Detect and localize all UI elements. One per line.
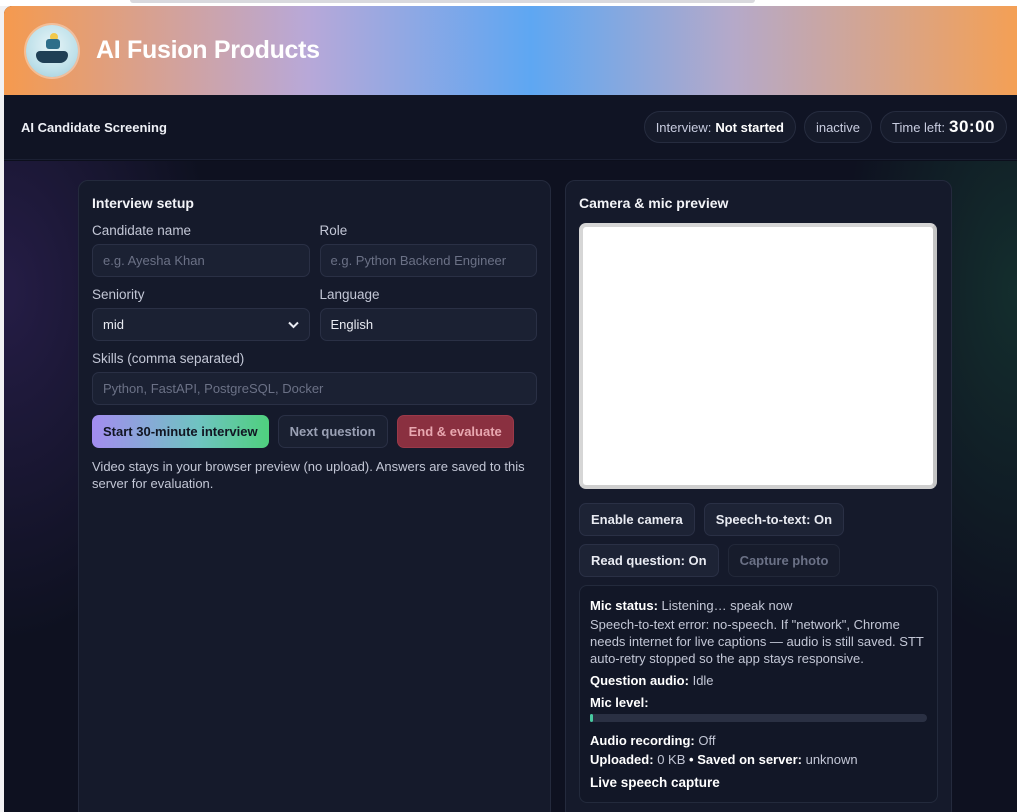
- activity-value: inactive: [815, 119, 861, 135]
- live-speech-capture-title: Live speech capture: [590, 775, 720, 790]
- skills-field: Skills (comma separated) Python, FastAPI…: [92, 351, 537, 405]
- status-pills: Interview: Not started inactive Time lef…: [643, 111, 1007, 143]
- interview-setup-card: Interview setup Candidate name e.g. Ayes…: [78, 180, 551, 812]
- mic-level-label: Mic level:: [590, 695, 649, 710]
- app-frame: AI Fusion Products AI Candidate Screenin…: [4, 6, 1017, 812]
- saved-on-server-label: Saved on server:: [697, 752, 802, 767]
- end-evaluate-button[interactable]: End & evaluate: [396, 415, 514, 448]
- language-input[interactable]: English: [319, 308, 537, 341]
- interview-status-value: Not started: [715, 119, 784, 135]
- logo-hand: [36, 50, 68, 63]
- question-audio-label: Question audio:: [590, 673, 689, 688]
- seniority-field: Seniority mid: [92, 287, 310, 341]
- speech-to-text-toggle[interactable]: Speech-to-text: On: [703, 503, 845, 536]
- seniority-label: Seniority: [92, 287, 145, 302]
- audio-recording-label: Audio recording:: [590, 733, 695, 748]
- camera-preview: [579, 223, 937, 489]
- skills-label: Skills (comma separated): [92, 351, 245, 366]
- bullet-separator: •: [689, 752, 694, 767]
- question-audio-line: Question audio: Idle: [590, 672, 927, 689]
- next-question-button[interactable]: Next question: [277, 415, 388, 448]
- camera-mic-card: Camera & mic preview Enable camera Speec…: [565, 180, 952, 812]
- saved-on-server-value: unknown: [805, 752, 858, 767]
- candidate-name-label: Candidate name: [92, 223, 192, 238]
- stt-error-message: Speech-to-text error: no-speech. If "net…: [590, 617, 924, 666]
- privacy-note: Video stays in your browser preview (no …: [92, 459, 525, 491]
- mic-status-value: Listening… speak now: [661, 598, 793, 613]
- brand-title: AI Fusion Products: [96, 36, 320, 64]
- timer-value: 30:00: [949, 117, 995, 136]
- role-field: Role e.g. Python Backend Engineer: [319, 223, 537, 277]
- camera-title: Camera & mic preview: [579, 195, 729, 211]
- chevron-down-icon: [287, 318, 299, 332]
- brand-logo: [26, 24, 78, 77]
- language-field: Language English: [319, 287, 537, 341]
- brand-banner: AI Fusion Products: [4, 6, 1017, 95]
- mic-level-line: Mic level:: [590, 694, 927, 711]
- app-header: AI Candidate Screening Interview: Not st…: [4, 95, 1017, 160]
- mic-status-line: Mic status: Listening… speak now: [590, 597, 927, 614]
- capture-photo-button[interactable]: Capture photo: [727, 544, 841, 577]
- read-question-toggle[interactable]: Read question: On: [579, 544, 719, 577]
- logo-chip: [46, 38, 60, 49]
- activity-pill: inactive: [803, 111, 873, 143]
- main-area: Interview setup Candidate name e.g. Ayes…: [4, 161, 1017, 812]
- candidate-name-input[interactable]: e.g. Ayesha Khan: [92, 244, 310, 277]
- mic-level-meter: [590, 714, 927, 722]
- audio-recording-value: Off: [698, 733, 716, 748]
- camera-actions-row-1: Enable camera Speech-to-text: On: [579, 503, 938, 536]
- role-label: Role: [319, 223, 348, 238]
- timer-pill: Time left: 30:00: [880, 111, 1007, 143]
- mic-status-panel: Mic status: Listening… speak now Speech-…: [579, 585, 938, 803]
- page-title: AI Candidate Screening: [21, 119, 167, 135]
- start-interview-button[interactable]: Start 30-minute interview: [92, 415, 269, 448]
- candidate-name-field: Candidate name e.g. Ayesha Khan: [92, 223, 310, 277]
- mic-level-fill: [590, 714, 594, 722]
- timer-label: Time left:: [892, 119, 946, 135]
- seniority-select[interactable]: mid: [92, 308, 310, 341]
- uploaded-value: 0 KB: [657, 752, 686, 767]
- skills-input[interactable]: Python, FastAPI, PostgreSQL, Docker: [92, 372, 537, 405]
- setup-actions: Start 30-minute interview Next question …: [92, 415, 537, 448]
- interview-status-pill: Interview: Not started: [643, 111, 796, 143]
- enable-camera-button[interactable]: Enable camera: [579, 503, 695, 536]
- language-label: Language: [319, 287, 380, 302]
- interview-status-label: Interview:: [655, 119, 712, 135]
- audio-recording-line: Audio recording: Off: [590, 732, 927, 749]
- question-audio-value: Idle: [692, 673, 714, 688]
- seniority-value: mid: [103, 317, 124, 332]
- uploaded-label: Uploaded:: [590, 752, 654, 767]
- mic-status-label: Mic status:: [590, 598, 658, 613]
- upload-line: Uploaded: 0 KB • Saved on server: unknow…: [590, 751, 927, 768]
- browser-tab-bar: [130, 0, 755, 3]
- camera-actions-row-2: Read question: On Capture photo: [579, 544, 938, 577]
- role-input[interactable]: e.g. Python Backend Engineer: [319, 244, 537, 277]
- setup-title: Interview setup: [92, 195, 194, 211]
